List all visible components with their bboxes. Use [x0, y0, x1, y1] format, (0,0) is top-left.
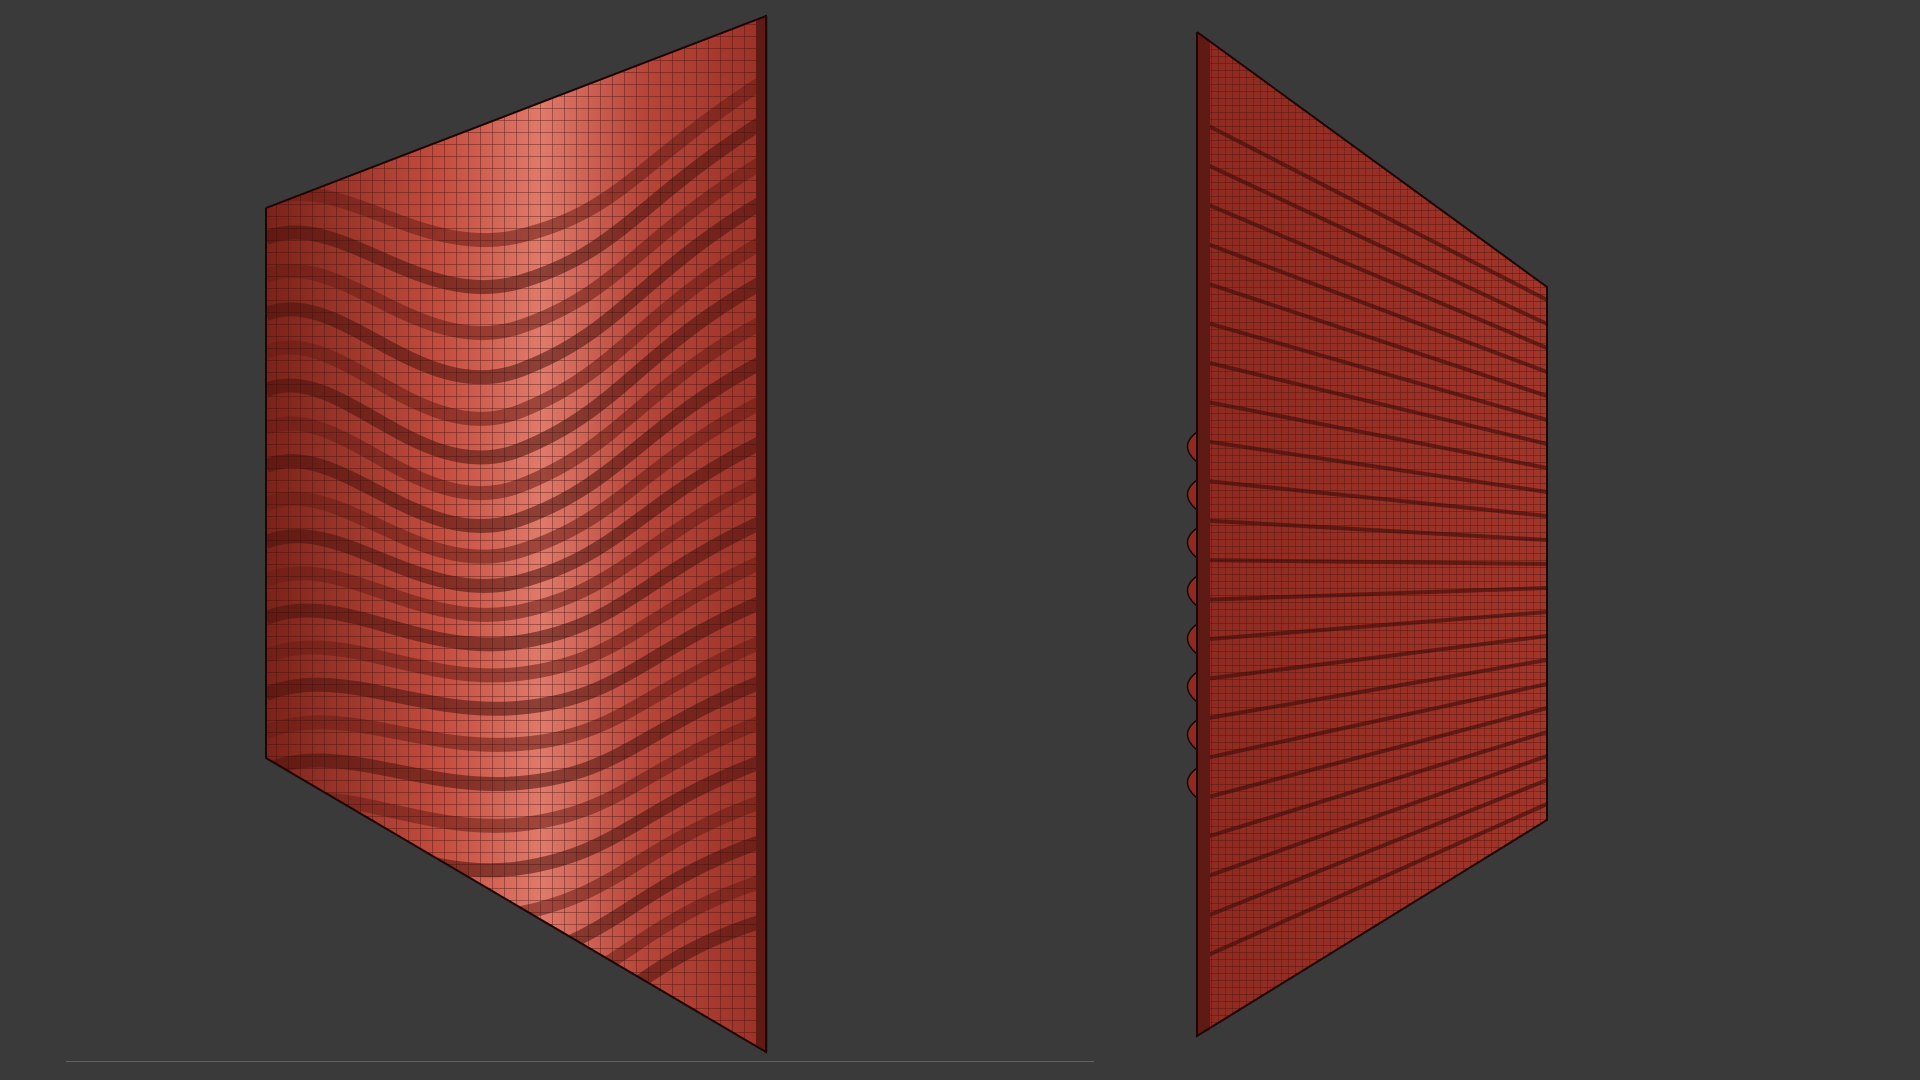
- mesh-fin: [1186, 478, 1198, 512]
- front-view-mesh[interactable]: [260, 0, 780, 1080]
- mesh-fin: [1186, 574, 1198, 608]
- back-view-mesh[interactable]: [1186, 0, 1561, 1080]
- mesh-fin: [1186, 718, 1198, 752]
- mesh-fin: [1186, 430, 1198, 464]
- viewport-canvas[interactable]: [0, 0, 1920, 1080]
- 3d-viewport[interactable]: [0, 0, 1920, 1080]
- mesh-fin: [1186, 622, 1198, 656]
- mesh-fin: [1186, 670, 1198, 704]
- mesh-fin: [1186, 526, 1198, 560]
- mesh-fin: [1186, 766, 1198, 800]
- viewport-baseline-divider: [66, 1061, 1094, 1062]
